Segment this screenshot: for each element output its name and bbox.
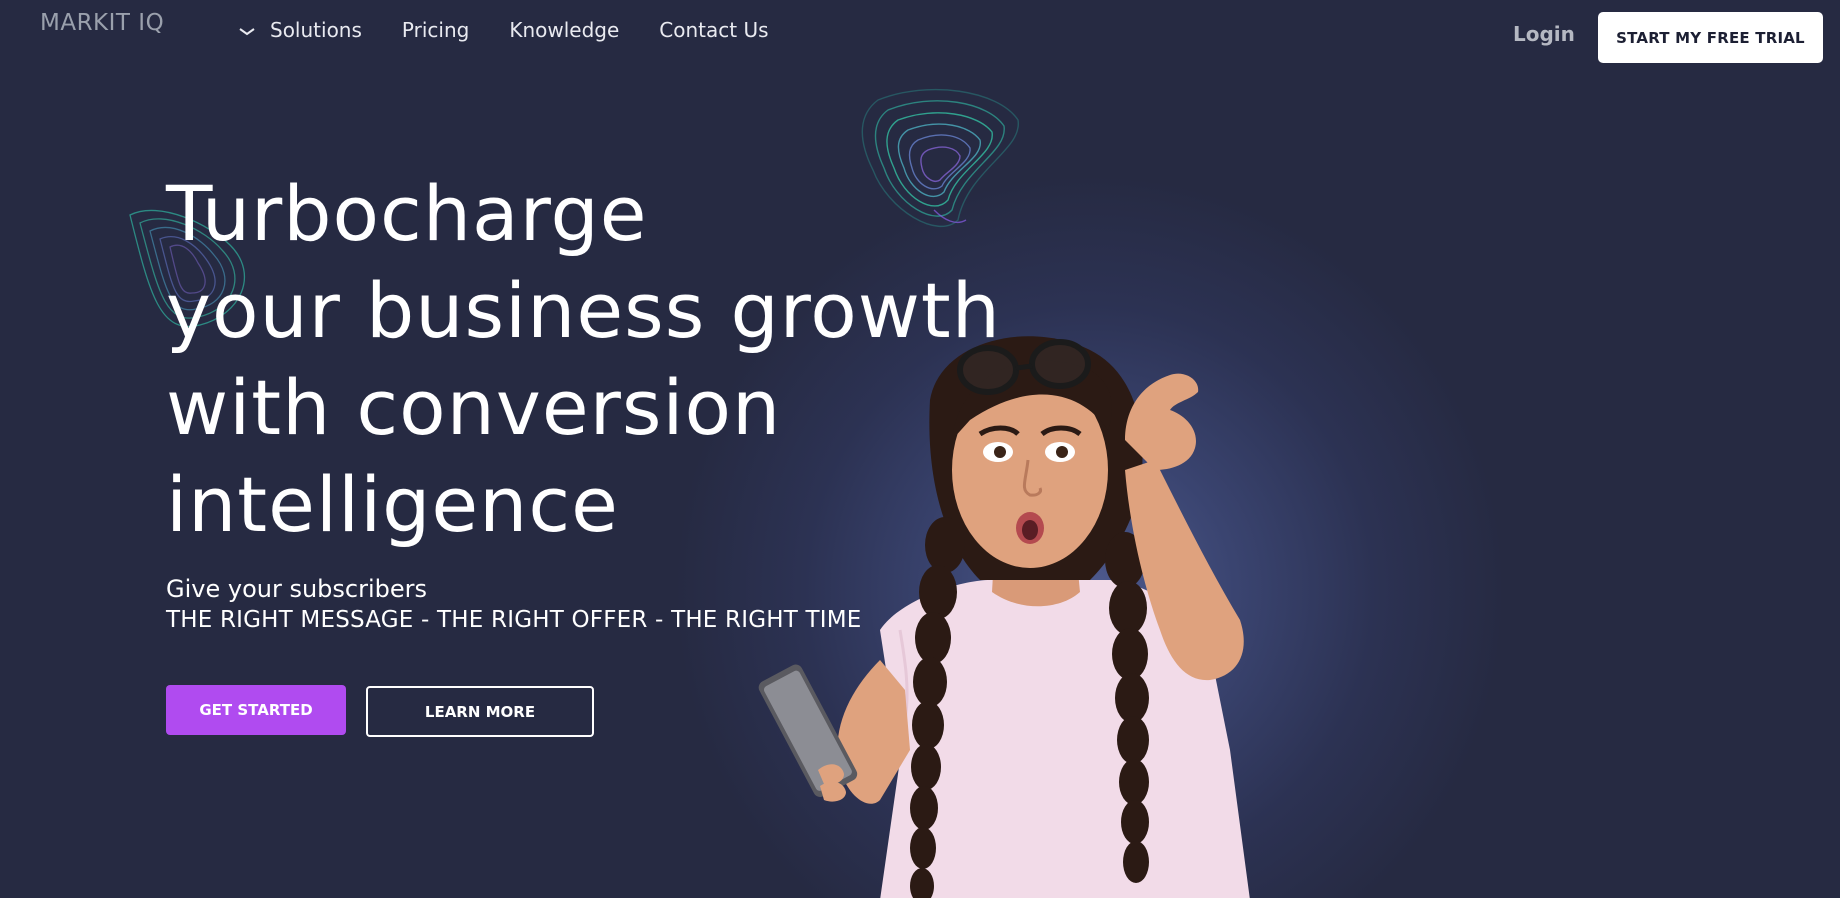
get-started-button[interactable]: GET STARTED [166, 685, 346, 735]
nav-knowledge[interactable]: Knowledge [509, 18, 619, 42]
headline-line: Turbocharge [166, 169, 648, 258]
nav-solutions[interactable]: Solutions [238, 18, 362, 42]
hero-person-image [758, 336, 1250, 898]
landing-page: MARKIT IQ Solutions Pricing Knowledge Co… [0, 0, 1840, 898]
brand-logo[interactable]: MARKIT IQ [40, 10, 164, 36]
login-link[interactable]: Login [1513, 22, 1575, 46]
start-free-trial-button[interactable]: START MY FREE TRIAL [1598, 12, 1823, 63]
main-nav: Solutions Pricing Knowledge Contact Us [238, 15, 809, 45]
learn-more-button[interactable]: LEARN MORE [366, 686, 594, 737]
nav-solutions-label: Solutions [270, 18, 362, 42]
nav-pricing[interactable]: Pricing [402, 18, 469, 42]
chevron-down-icon [238, 18, 258, 42]
nav-contact-us[interactable]: Contact Us [659, 18, 768, 42]
hero-subtitle: Give your subscribers [166, 575, 428, 603]
